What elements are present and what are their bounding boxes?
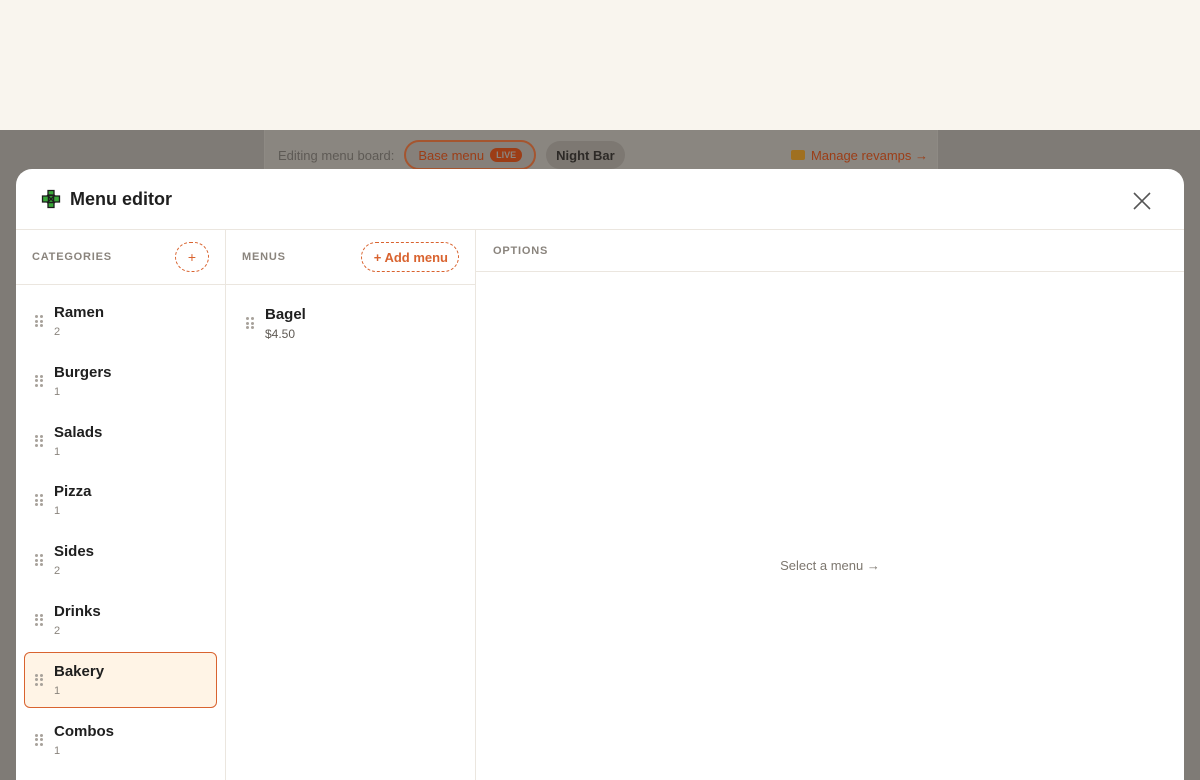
category-count: 2 <box>54 565 61 578</box>
drag-handle-icon[interactable] <box>35 315 45 327</box>
category-count: 1 <box>54 505 61 518</box>
category-item[interactable]: Bakery 1 <box>24 651 217 708</box>
category-name: Bakery <box>54 662 105 680</box>
modal-title: Menu editor <box>70 188 172 209</box>
menu-editor-modal: Menu editor CATEGORIES + Ramen 2 Burgers 1 S… <box>16 169 1184 780</box>
category-name: Salads <box>54 423 103 441</box>
category-count: 1 <box>54 445 61 458</box>
menus-label: MENUS <box>242 251 286 263</box>
ticket-icon <box>790 150 805 160</box>
categories-header: CATEGORIES + <box>16 230 225 285</box>
category-item[interactable]: Combos 1 <box>24 712 217 768</box>
close-icon[interactable] <box>1130 189 1154 213</box>
category-text: Pizza 1 <box>54 482 92 518</box>
editor-columns: CATEGORIES + Ramen 2 Burgers 1 Salads 1 Pizza 1… <box>16 230 1184 780</box>
menu-item[interactable]: Bagel $4.50 <box>234 293 467 353</box>
options-placeholder: Select a menu → <box>780 558 880 573</box>
board-chip-night-bar[interactable]: Night Bar <box>546 141 625 169</box>
category-name: Pizza <box>54 483 92 501</box>
menus-column: MENUS + Add menu Bagel $4.50 <box>226 230 476 780</box>
options-label: OPTIONS <box>493 244 549 257</box>
drag-handle-icon[interactable] <box>246 317 256 329</box>
options-column: OPTIONS Select a menu → <box>476 230 1184 780</box>
live-badge: LIVE <box>490 148 523 162</box>
category-text: Sides 2 <box>54 542 94 578</box>
category-text: Combos 1 <box>54 722 114 758</box>
modal-header: Menu editor <box>16 169 1184 230</box>
drag-handle-icon[interactable] <box>35 673 45 686</box>
manage-revamps-link[interactable]: Manage revamps → <box>790 147 928 163</box>
category-item[interactable]: Ramen 2 <box>24 293 217 349</box>
add-menu-button[interactable]: + Add menu <box>360 242 459 272</box>
category-item[interactable]: Pizza 1 <box>24 472 217 528</box>
drag-handle-icon[interactable] <box>35 434 45 447</box>
category-count: 1 <box>54 744 61 757</box>
category-list: Ramen 2 Burgers 1 Salads 1 Pizza 1 Sides 2 Drinks 2… <box>16 285 225 779</box>
drag-handle-icon[interactable] <box>35 494 45 507</box>
board-chip-base-menu[interactable]: Base menu LIVE <box>404 140 537 170</box>
categories-column: CATEGORIES + Ramen 2 Burgers 1 Salads 1 Pizza 1… <box>16 230 226 780</box>
menu-name: Bagel <box>265 306 306 323</box>
category-count: 1 <box>54 684 61 697</box>
category-count: 2 <box>54 624 61 637</box>
category-item[interactable]: Drinks 2 <box>24 592 217 648</box>
category-text: Salads 1 <box>54 423 102 459</box>
category-item[interactable]: Sides 2 <box>24 532 217 588</box>
category-item[interactable]: Salads 1 <box>24 413 217 469</box>
menu-board-switcher: Editing menu board: Base menu LIVE Night… <box>278 140 928 170</box>
category-name: Drinks <box>54 602 101 620</box>
drag-handle-icon[interactable] <box>35 554 45 567</box>
category-count: 1 <box>54 385 61 398</box>
options-header: OPTIONS <box>476 230 1184 272</box>
menu-list: Bagel $4.50 <box>226 285 475 361</box>
add-category-button[interactable]: + <box>175 242 209 272</box>
categories-label: CATEGORIES <box>32 251 112 263</box>
category-text: Ramen 2 <box>54 303 104 339</box>
board-chip-label: Base menu <box>418 147 485 163</box>
category-name: Sides <box>54 543 95 561</box>
category-text: Bakery 1 <box>54 662 104 698</box>
category-text: Burgers 1 <box>54 363 112 399</box>
drag-handle-icon[interactable] <box>35 613 45 626</box>
drag-handle-icon[interactable] <box>35 374 45 387</box>
category-item[interactable]: Burgers 1 <box>24 353 217 409</box>
menu-price: $4.50 <box>265 327 296 341</box>
editing-board-label: Editing menu board: <box>278 147 395 163</box>
category-name: Combos <box>54 722 114 740</box>
app-background-top <box>0 0 1200 130</box>
category-name: Ramen <box>54 304 105 321</box>
menus-header: MENUS + Add menu <box>226 230 475 285</box>
menu-text: Bagel $4.50 <box>265 305 306 341</box>
category-name: Burgers <box>54 363 112 381</box>
drag-handle-icon[interactable] <box>35 733 45 746</box>
category-text: Drinks 2 <box>54 602 101 638</box>
manage-revamps-label: Manage revamps → <box>810 147 928 163</box>
puzzle-icon <box>41 189 61 209</box>
category-count: 2 <box>54 326 61 338</box>
